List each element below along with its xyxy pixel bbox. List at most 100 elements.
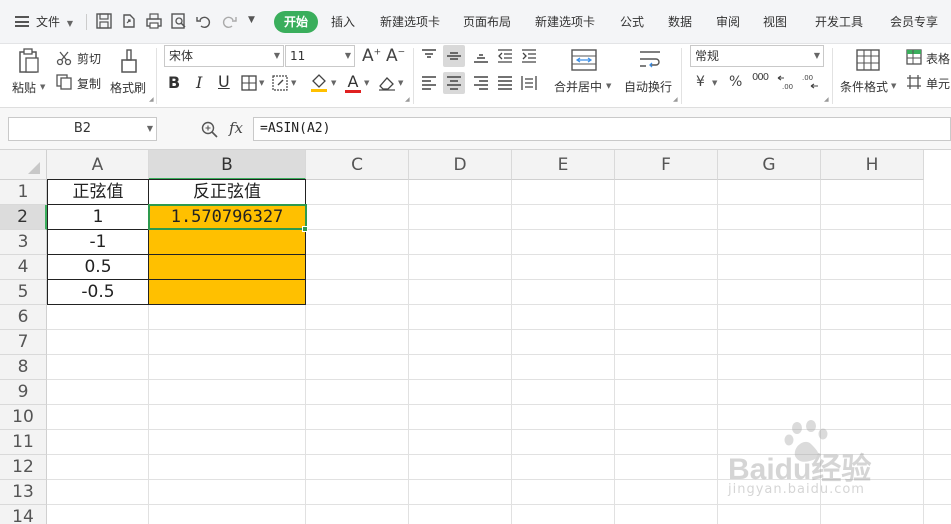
column-header-d[interactable]: D: [409, 150, 512, 180]
fill-color-icon[interactable]: [310, 73, 328, 93]
column-header-b[interactable]: B: [149, 150, 306, 180]
column-header-a[interactable]: A: [47, 150, 149, 180]
row-header-10[interactable]: 10: [0, 405, 47, 430]
format-painter-button[interactable]: 格式刷: [108, 46, 150, 104]
tab-data[interactable]: 数据: [668, 11, 692, 33]
spreadsheet-grid[interactable]: A B C D E F G H 1 2 3 4 5 6 7 8 9 10 11 12 13 14 正弦值 反正弦值 1 1.570…: [0, 150, 951, 524]
merge-center-button[interactable]: 合并居中 ▼: [552, 46, 616, 104]
select-all-corner[interactable]: [0, 150, 47, 180]
row-header-6[interactable]: 6: [0, 305, 47, 330]
cell-b3[interactable]: [149, 230, 306, 255]
tab-new-tab-1[interactable]: 新建选项卡: [380, 11, 440, 33]
align-middle-button[interactable]: [443, 45, 465, 67]
decrease-indent-icon[interactable]: [497, 48, 513, 64]
conditional-format-button[interactable]: 条件格式 ▼: [838, 46, 900, 104]
table-style-button[interactable]: 表格: [906, 48, 951, 68]
dialog-launcher-icon[interactable]: ◢: [149, 96, 154, 103]
file-menu[interactable]: 文件 ▼: [36, 11, 73, 33]
cell-a2[interactable]: 1: [47, 205, 149, 230]
row-header-4[interactable]: 4: [0, 255, 47, 280]
cell-b1[interactable]: 反正弦值: [149, 179, 306, 205]
chevron-down-icon[interactable]: ▼: [364, 79, 369, 87]
row-header-14[interactable]: 14: [0, 505, 47, 524]
paste-button[interactable]: 粘贴 ▼: [10, 46, 50, 104]
justify-icon[interactable]: [497, 75, 513, 91]
currency-button[interactable]: ¥: [696, 74, 705, 90]
column-header-c[interactable]: C: [306, 150, 409, 180]
undo-icon[interactable]: [195, 12, 213, 30]
eraser-icon[interactable]: [378, 75, 396, 91]
menu-icon[interactable]: [15, 16, 29, 27]
export-icon[interactable]: [120, 12, 138, 30]
row-header-9[interactable]: 9: [0, 380, 47, 405]
redo-icon[interactable]: [220, 12, 238, 30]
thousands-separator-button[interactable]: 000: [752, 72, 769, 83]
row-header-8[interactable]: 8: [0, 355, 47, 380]
formula-input[interactable]: =ASIN(A2): [253, 117, 951, 141]
row-header-13[interactable]: 13: [0, 480, 47, 505]
tab-member[interactable]: 会员专享: [890, 11, 938, 33]
chevron-down-icon[interactable]: ▼: [331, 79, 336, 87]
wrap-text-button[interactable]: 自动换行: [622, 46, 678, 104]
align-top-icon[interactable]: [421, 48, 437, 64]
fill-handle[interactable]: [302, 226, 308, 232]
chevron-down-icon[interactable]: ▼: [712, 79, 717, 87]
bold-button[interactable]: B: [168, 73, 180, 92]
decrease-decimal-icon[interactable]: .00: [801, 73, 819, 91]
column-header-e[interactable]: E: [512, 150, 615, 180]
tab-formulas[interactable]: 公式: [620, 11, 644, 33]
increase-indent-icon[interactable]: [521, 48, 537, 64]
cell-b4[interactable]: [149, 255, 306, 280]
cell-a4[interactable]: 0.5: [47, 255, 149, 280]
print-preview-icon[interactable]: [170, 12, 188, 30]
dialog-launcher-icon[interactable]: ◢: [673, 96, 678, 103]
percent-button[interactable]: %: [729, 74, 742, 90]
name-box[interactable]: B2 ▼: [8, 117, 157, 141]
font-name-select[interactable]: 宋体 ▼: [164, 45, 284, 67]
insert-function-button[interactable]: fx: [229, 119, 243, 137]
row-header-11[interactable]: 11: [0, 430, 47, 455]
italic-button[interactable]: I: [196, 73, 202, 92]
row-header-7[interactable]: 7: [0, 330, 47, 355]
row-header-1[interactable]: 1: [0, 180, 47, 205]
cell-style-icon[interactable]: [272, 75, 288, 91]
print-icon[interactable]: [145, 12, 163, 30]
align-left-icon[interactable]: [421, 75, 437, 91]
tab-view[interactable]: 视图: [763, 11, 787, 33]
row-header-2[interactable]: 2: [0, 205, 47, 230]
column-header-f[interactable]: F: [615, 150, 718, 180]
dialog-launcher-icon[interactable]: ◢: [405, 96, 410, 103]
tab-new-tab-2[interactable]: 新建选项卡: [535, 11, 595, 33]
cell-a3[interactable]: -1: [47, 230, 149, 255]
font-size-select[interactable]: 11 ▼: [285, 45, 355, 67]
zoom-icon[interactable]: [201, 121, 218, 138]
tab-home[interactable]: 开始: [274, 11, 319, 33]
increase-decimal-icon[interactable]: .00: [776, 73, 794, 91]
number-format-select[interactable]: 常规 ▼: [690, 45, 824, 67]
tab-review[interactable]: 审阅: [716, 11, 740, 33]
align-center-button[interactable]: [443, 72, 465, 94]
chevron-down-icon[interactable]: ▼: [259, 79, 264, 87]
column-header-g[interactable]: G: [718, 150, 821, 180]
save-icon[interactable]: [95, 12, 113, 30]
align-bottom-icon[interactable]: [473, 48, 489, 64]
font-color-icon[interactable]: A: [345, 72, 361, 93]
border-icon[interactable]: [241, 75, 257, 91]
decrease-font-size-icon[interactable]: A−: [386, 46, 405, 66]
tab-page-layout[interactable]: 页面布局: [463, 11, 511, 33]
dialog-launcher-icon[interactable]: ◢: [824, 96, 829, 103]
tab-insert[interactable]: 插入: [331, 11, 355, 33]
cell-a1[interactable]: 正弦值: [47, 179, 149, 205]
column-header-h[interactable]: H: [821, 150, 924, 180]
cell-b2[interactable]: 1.570796327: [149, 205, 306, 230]
cell-a5[interactable]: -0.5: [47, 280, 149, 305]
align-right-icon[interactable]: [473, 75, 489, 91]
row-header-5[interactable]: 5: [0, 280, 47, 305]
cell-button[interactable]: 单元: [906, 74, 951, 94]
row-header-12[interactable]: 12: [0, 455, 47, 480]
tab-developer[interactable]: 开发工具: [815, 11, 863, 33]
chevron-down-icon[interactable]: ▼: [291, 79, 296, 87]
increase-font-size-icon[interactable]: A+: [362, 46, 381, 66]
cell-b5[interactable]: [149, 280, 306, 305]
underline-button[interactable]: U: [218, 72, 230, 91]
